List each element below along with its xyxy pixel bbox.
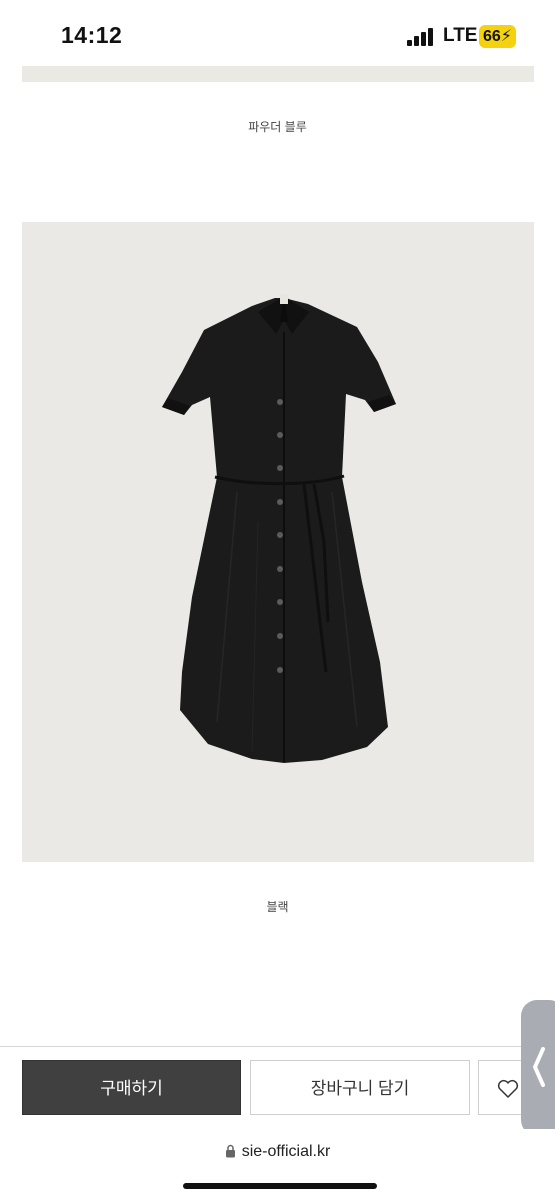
charging-icon: ⚡ xyxy=(500,28,513,45)
buy-button[interactable]: 구매하기 xyxy=(22,1060,241,1115)
battery-indicator: 66⚡ xyxy=(479,25,516,48)
status-time: 14:12 xyxy=(61,22,123,48)
back-gesture-handle[interactable] xyxy=(521,1000,555,1136)
chevron-left-icon xyxy=(533,1047,545,1087)
add-to-cart-button[interactable]: 장바구니 담기 xyxy=(250,1060,470,1115)
browser-address-bar: sie-official.kr xyxy=(0,1129,555,1200)
home-indicator[interactable] xyxy=(183,1183,377,1189)
purchase-bar: 구매하기 장바구니 담기 xyxy=(0,1046,555,1128)
url-display[interactable]: sie-official.kr xyxy=(0,1143,555,1161)
heart-icon xyxy=(497,1079,519,1098)
network-type: LTE xyxy=(443,25,478,46)
shirt-dress-illustration xyxy=(162,294,396,763)
signal-icon xyxy=(407,28,437,46)
previous-product-photo xyxy=(22,66,534,82)
battery-level: 66 xyxy=(482,28,501,45)
lock-icon xyxy=(225,1144,235,1158)
product-photo-black-dress xyxy=(22,222,534,862)
status-bar: 14:12 LTE 66⚡ xyxy=(0,0,555,66)
color-caption-powder-blue: 파우더 블루 xyxy=(248,120,307,134)
color-caption-black: 블랙 xyxy=(266,900,289,914)
url-text: sie-official.kr xyxy=(241,1143,331,1160)
